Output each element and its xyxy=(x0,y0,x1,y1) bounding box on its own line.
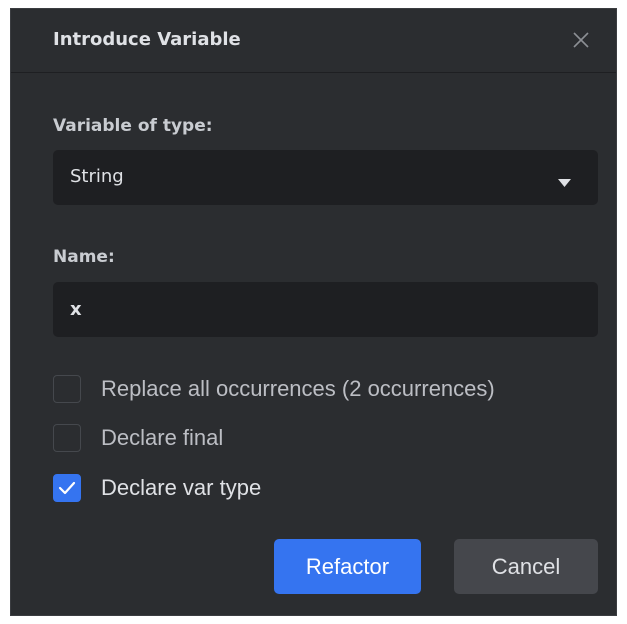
declare-var-type-checkbox[interactable] xyxy=(53,474,81,502)
declare-final-checkbox-row[interactable]: Declare final xyxy=(53,422,223,454)
dialog-titlebar: Introduce Variable xyxy=(11,9,616,73)
introduce-variable-dialog: Introduce Variable Variable of type: Str… xyxy=(10,8,617,616)
checkmark-icon xyxy=(58,481,76,495)
replace-all-checkbox[interactable] xyxy=(53,375,81,403)
replace-all-checkbox-row[interactable]: Replace all occurrences (2 occurrences) xyxy=(53,373,495,405)
declare-var-type-label: Declare var type xyxy=(101,475,262,500)
close-icon[interactable] xyxy=(570,29,592,51)
type-select[interactable]: String xyxy=(53,150,598,205)
declare-final-label: Declare final xyxy=(101,425,224,450)
name-label: Name: xyxy=(53,247,115,267)
replace-all-label: Replace all occurrences (2 occurrences) xyxy=(101,376,495,401)
declare-final-checkbox[interactable] xyxy=(53,424,81,452)
caret-down-icon xyxy=(558,172,571,191)
type-select-value: String xyxy=(70,166,124,187)
cancel-button[interactable]: Cancel xyxy=(454,539,598,594)
declare-var-type-checkbox-row[interactable]: Declare var type xyxy=(53,472,261,504)
type-label: Variable of type: xyxy=(53,116,213,136)
dialog-title: Introduce Variable xyxy=(53,29,241,50)
name-input[interactable] xyxy=(53,282,598,337)
refactor-button[interactable]: Refactor xyxy=(274,539,421,594)
